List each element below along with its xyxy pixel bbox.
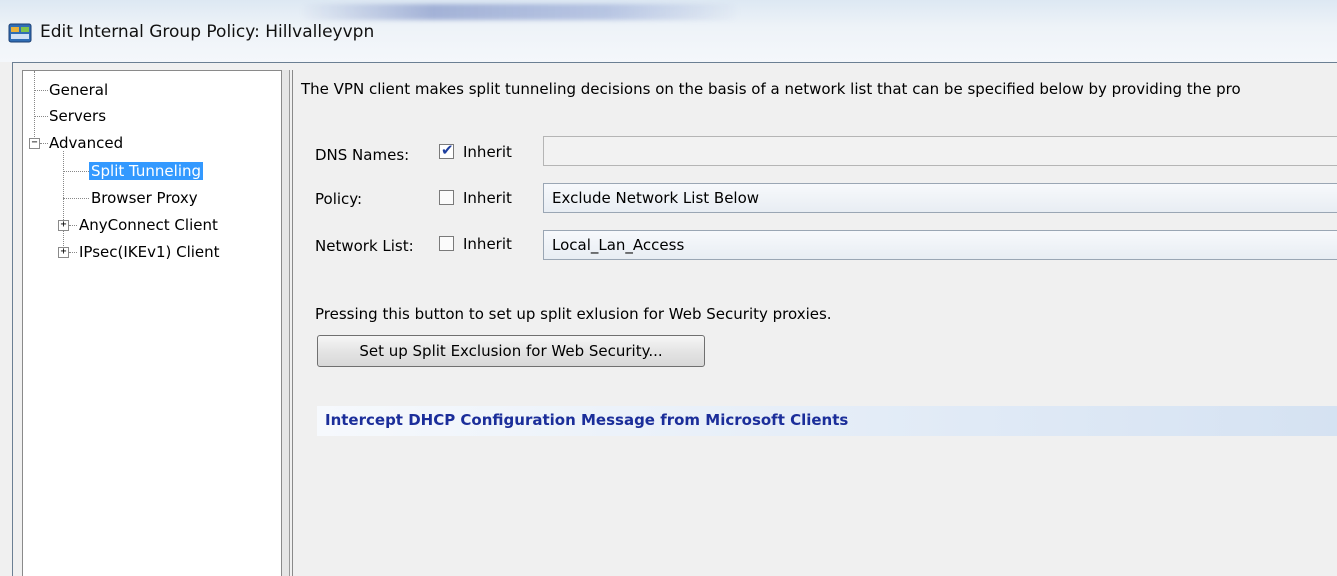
policy-select[interactable]: Exclude Network List Below <box>543 183 1337 213</box>
tree-item-label: Split Tunneling <box>89 162 204 180</box>
tree-item-general[interactable]: General <box>47 79 110 101</box>
expand-icon[interactable]: + <box>58 220 69 231</box>
navigation-tree[interactable]: General Servers − Advanced Split Tunneli… <box>22 70 282 576</box>
tree-item-label: AnyConnect Client <box>79 216 218 234</box>
tree-item-split-tunneling[interactable]: Split Tunneling <box>89 160 204 182</box>
tree-connector <box>63 171 89 172</box>
inherit-label: Inherit <box>463 143 512 161</box>
tree-connector <box>34 71 35 143</box>
split-tunneling-panel: The VPN client makes split tunneling dec… <box>292 70 1337 576</box>
section-header-label: Intercept DHCP Configuration Message fro… <box>325 411 849 429</box>
tree-item-label: Browser Proxy <box>91 189 198 207</box>
dhcp-intercept-section-header[interactable]: Intercept DHCP Configuration Message fro… <box>317 406 1337 436</box>
tree-item-label: Advanced <box>49 134 124 152</box>
group-policy-icon <box>8 23 32 43</box>
network-list-inherit-checkbox[interactable] <box>439 236 454 251</box>
tree-item-anyconnect-client[interactable]: AnyConnect Client <box>77 214 220 236</box>
window-frame-left <box>12 62 13 576</box>
panel-splitter[interactable] <box>282 70 290 576</box>
tree-item-browser-proxy[interactable]: Browser Proxy <box>89 187 200 209</box>
policy-label: Policy: <box>315 190 363 208</box>
window-frame-top <box>12 62 1337 63</box>
description-text: The VPN client makes split tunneling dec… <box>301 80 1241 98</box>
dns-names-inherit-checkbox[interactable]: ✔ <box>439 141 454 159</box>
tree-connector <box>63 198 89 199</box>
tree-item-servers[interactable]: Servers <box>47 105 108 127</box>
tree-connector <box>34 90 48 91</box>
checkmark-icon: ✔ <box>441 141 454 159</box>
title-bar: Edit Internal Group Policy: Hillvalleyvp… <box>0 0 1337 62</box>
split-exclusion-web-security-button[interactable]: Set up Split Exclusion for Web Security.… <box>317 335 705 367</box>
inherit-label: Inherit <box>463 235 512 253</box>
web-security-note: Pressing this button to set up split exl… <box>315 305 832 323</box>
expand-icon[interactable]: + <box>58 247 69 258</box>
tree-item-label: IPsec(IKEv1) Client <box>79 243 220 261</box>
tree-item-advanced[interactable]: Advanced <box>47 132 125 154</box>
collapse-icon[interactable]: − <box>29 138 40 149</box>
dns-names-label: DNS Names: <box>315 146 410 164</box>
tree-item-label: Servers <box>49 107 107 125</box>
window-title: Edit Internal Group Policy: Hillvalleyvp… <box>40 22 375 42</box>
tree-connector <box>69 225 77 226</box>
network-list-label: Network List: <box>315 237 414 255</box>
policy-inherit-checkbox[interactable] <box>439 190 454 205</box>
network-list-select[interactable]: Local_Lan_Access <box>543 230 1337 260</box>
inherit-label: Inherit <box>463 189 512 207</box>
dns-names-field[interactable] <box>543 136 1337 166</box>
tree-connector <box>34 116 48 117</box>
tree-connector <box>69 252 77 253</box>
tree-item-ipsec-client[interactable]: IPsec(IKEv1) Client <box>77 241 222 263</box>
tree-connector <box>63 151 64 254</box>
tree-item-label: General <box>49 81 109 99</box>
title-bar-decoration <box>300 4 740 20</box>
